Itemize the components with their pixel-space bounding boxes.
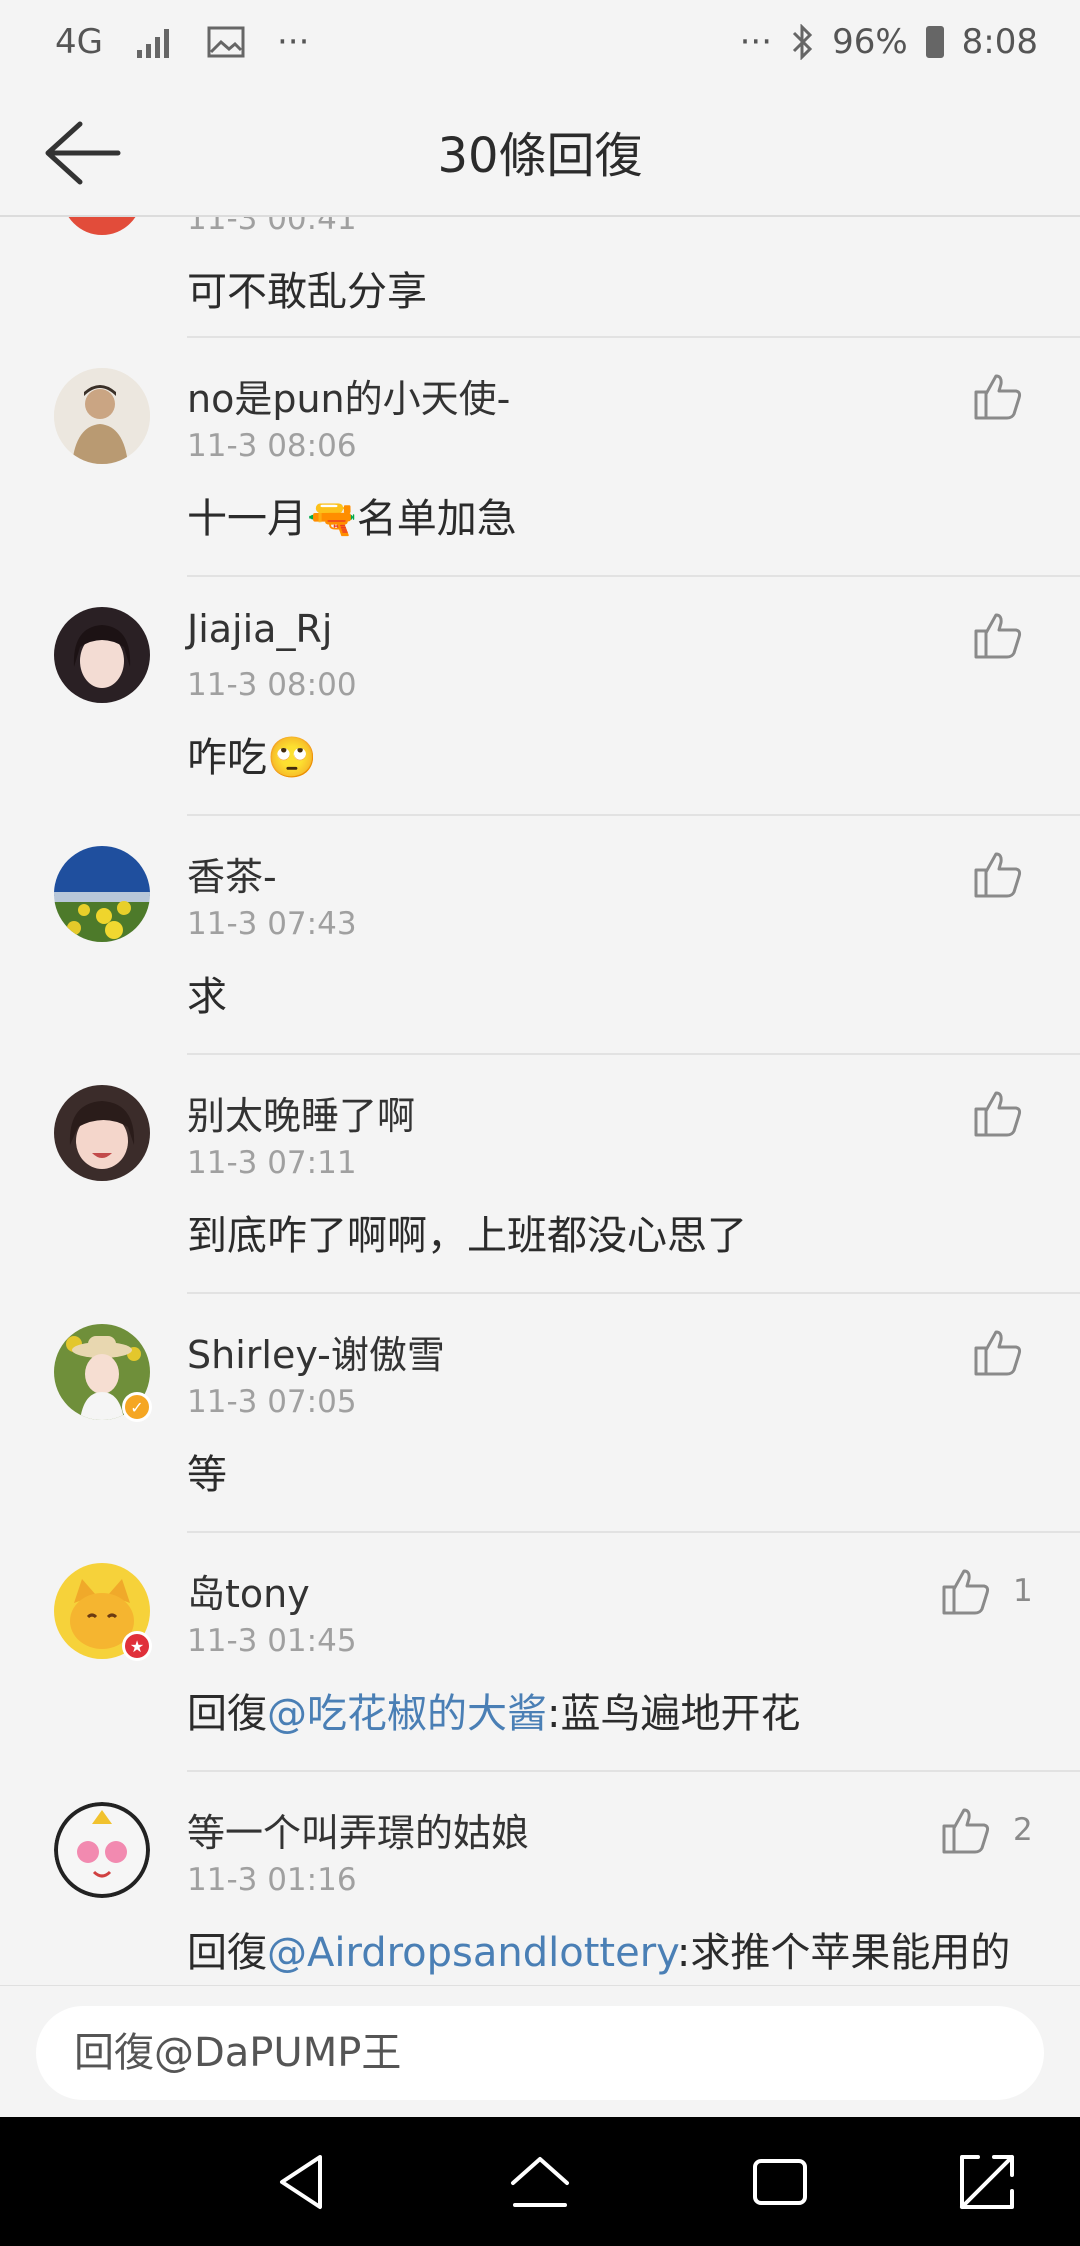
username[interactable]: no是pun的小天使- [187,368,510,423]
list-item[interactable]: no是pun的小天使- 11-3 08:06 十一月🔫名单加急 [0,338,1080,577]
username[interactable]: Jiajia_Rj [187,607,332,651]
username[interactable]: 香茶- [187,846,277,901]
reply-input[interactable] [36,2006,1044,2100]
username[interactable]: Shirley-谢傲雪 [187,1324,445,1379]
network-type: 4G [55,22,103,62]
thumbs-up-icon[interactable] [972,370,1024,422]
list-item[interactable]: 等一个叫弄璟的姑娘 11-3 01:16 回復@Airdropsandlotte… [0,1772,1080,1985]
comment-time: 11-3 08:00 [187,667,357,703]
thumbs-up-icon[interactable] [972,1087,1024,1139]
battery-percent: 96% [832,22,908,62]
avatar[interactable] [54,607,150,703]
comment-text: 十一月🔫名单加急 [187,496,517,542]
comment-text: 到底咋了啊啊，上班都没心思了 [187,1213,747,1259]
battery-icon [925,26,944,58]
list-item[interactable]: ★ 岛tony 11-3 01:45 回復@吃花椒的大酱:蓝鸟遍地开花 1 [0,1533,1080,1772]
thumbs-up-icon[interactable] [940,1804,992,1856]
thumbs-up-icon[interactable] [940,1565,992,1617]
status-overflow: ··· [739,22,773,62]
avatar[interactable] [62,217,142,235]
list-item[interactable]: 11-3 00:41 可不敢乱分享 [0,217,1080,338]
username[interactable]: 等一个叫弄璟的姑娘 [187,1802,529,1857]
comment-time: 11-3 07:43 [187,906,357,942]
comment-time: 11-3 07:11 [187,1145,357,1181]
comment-list[interactable]: 11-3 00:41 可不敢乱分享 no是pun的小天使- 11-3 08:06… [0,217,1080,1985]
status-bar: 4G ··· ··· 96% 8:08 [0,0,1080,90]
list-item[interactable]: 香茶- 11-3 07:43 求 [0,816,1080,1055]
username[interactable]: 岛tony [187,1563,310,1618]
avatar-image [54,368,150,464]
gun-emoji: 🔫 [307,496,357,542]
avatar-image [54,1802,150,1898]
image-icon [207,26,245,58]
comment-time: 11-3 08:06 [187,428,357,464]
avatar[interactable] [54,1802,150,1898]
username[interactable]: 别太晚睡了啊 [187,1085,415,1140]
avatar[interactable] [54,368,150,464]
comment-text: 可不敢乱分享 [187,269,427,315]
page-title: 30條回復 [437,128,643,184]
comment-time: 11-3 01:16 [187,1862,357,1898]
avatar[interactable] [54,1085,150,1181]
comment-text: 回復@吃花椒的大酱:蓝鸟遍地开花 [187,1691,801,1737]
list-item[interactable]: 别太晚睡了啊 11-3 07:11 到底咋了啊啊，上班都没心思了 [0,1055,1080,1294]
thumbs-up-icon[interactable] [972,848,1024,900]
list-item[interactable]: Jiajia_Rj 11-3 08:00 咋吃🙄 [0,577,1080,816]
like-count: 1 [1013,1573,1033,1609]
avatar-image [54,607,150,703]
signal-icon [136,29,169,58]
home-icon[interactable] [507,2149,573,2215]
comment-time: 11-3 01:45 [187,1623,357,1659]
comment-time: 11-3 07:05 [187,1384,357,1420]
reply-bar [0,1985,1080,2118]
comment-text: 等 [187,1452,227,1498]
comment-text: 回復@Airdropsandlottery:求推个苹果能用的 [187,1930,1011,1976]
comment-text: 咋吃🙄 [187,735,317,781]
thumbs-up-icon[interactable] [972,1326,1024,1378]
verified-badge-icon: ★ [122,1631,152,1661]
avatar-image [54,1085,150,1181]
verified-badge-icon: ✓ [122,1392,152,1422]
back-triangle-icon[interactable] [270,2149,336,2215]
recent-apps-icon[interactable] [747,2149,813,2215]
avatar[interactable] [54,846,150,942]
mention-link[interactable]: @Airdropsandlottery [267,1930,677,1976]
clock: 8:08 [961,22,1038,62]
thumbs-up-icon[interactable] [972,609,1024,661]
eye-roll-emoji: 🙄 [267,735,317,781]
comment-text: 求 [187,974,227,1020]
header: 30條回復 [0,90,1080,217]
expand-icon[interactable] [954,2149,1020,2215]
system-nav-bar [0,2117,1080,2246]
list-item[interactable]: ✓ Shirley-谢傲雪 11-3 07:05 等 [0,1294,1080,1533]
notification-overflow: ··· [276,22,310,62]
avatar-image [54,846,150,942]
bluetooth-icon [793,24,813,60]
like-count: 2 [1013,1812,1033,1848]
comment-time: 11-3 00:41 [187,217,357,237]
mention-link[interactable]: @吃花椒的大酱 [267,1691,547,1737]
